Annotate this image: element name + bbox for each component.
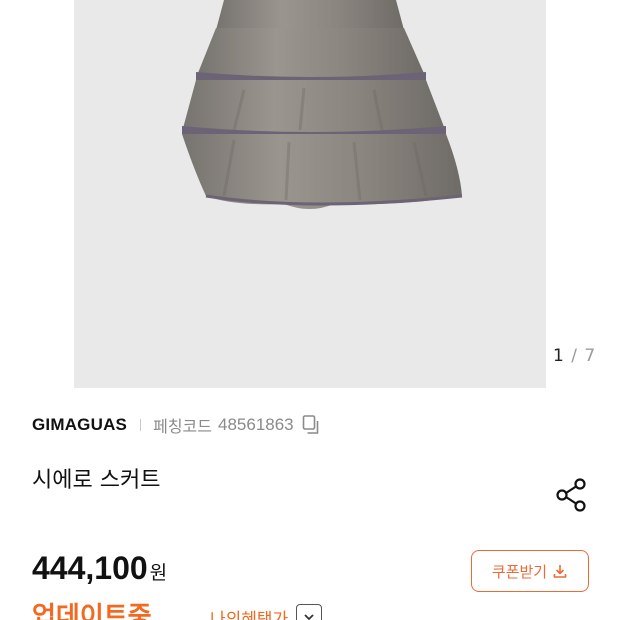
fetching-code-value: 48561863 — [218, 415, 294, 434]
chevron-down-icon[interactable] — [296, 604, 323, 620]
copy-icon[interactable] — [300, 414, 322, 436]
coupon-button[interactable]: 쿠폰받기 — [471, 550, 589, 592]
promo-text: 업데이트중 — [32, 602, 152, 620]
fetching-code-label: 페칭코드 — [153, 417, 212, 436]
product-image-gallery[interactable]: 1 / 7 — [0, 0, 620, 388]
price-amount: 444,100 — [32, 550, 148, 586]
image-counter-separator: / — [571, 346, 578, 366]
product-title: 시에로 스커트 — [32, 468, 161, 493]
product-price: 444,100 원 — [32, 550, 167, 587]
image-counter-current: 1 — [553, 346, 565, 366]
download-icon — [553, 565, 567, 578]
skirt-image — [182, 0, 463, 209]
price-currency: 원 — [149, 562, 168, 584]
my-benefit-price[interactable]: 나의혜택가 — [210, 604, 323, 620]
share-icon[interactable] — [554, 476, 590, 514]
brand-name[interactable]: GIMAGUAS — [32, 415, 127, 435]
image-counter-total: 7 — [584, 346, 597, 366]
my-benefit-label: 나의혜택가 — [210, 609, 289, 620]
brand-row: GIMAGUAS 페칭코드 48561863 — [32, 412, 322, 438]
brand-divider — [140, 419, 142, 431]
coupon-button-label: 쿠폰받기 — [491, 562, 548, 581]
product-photo[interactable] — [74, 0, 546, 388]
image-counter: 1 / 7 — [553, 346, 596, 366]
